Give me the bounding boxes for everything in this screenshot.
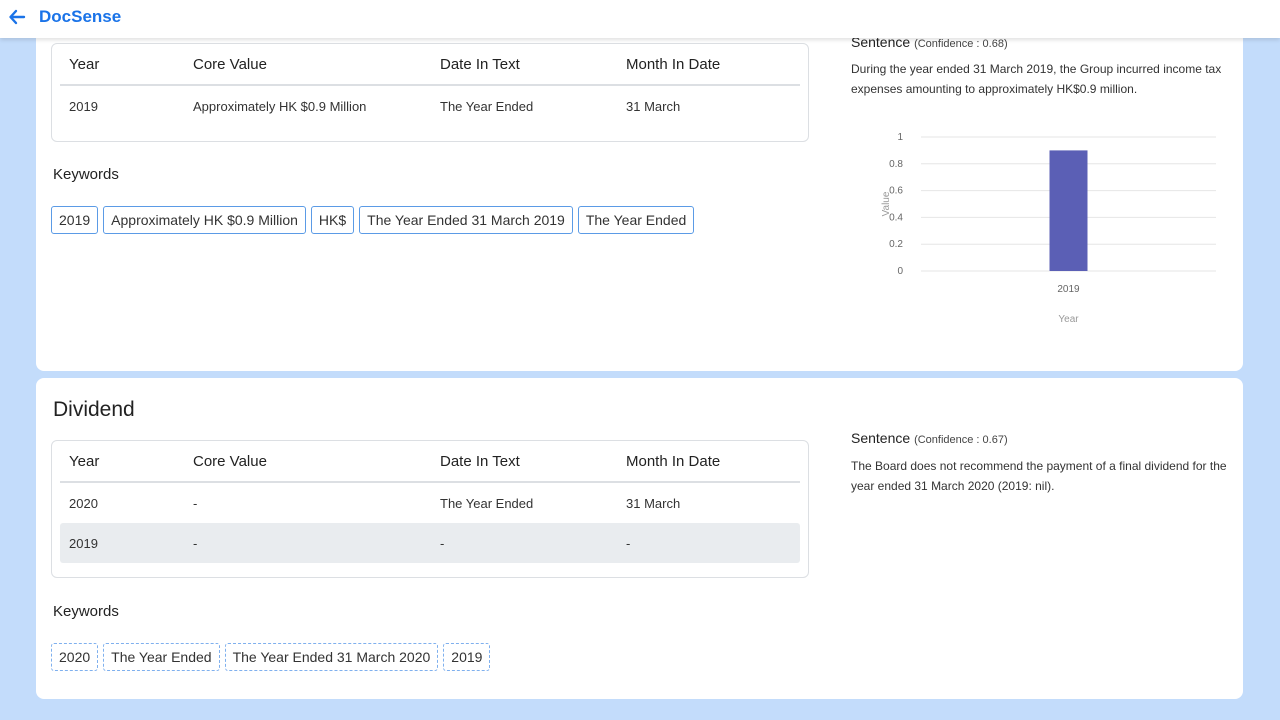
y-tick-label: 0.8 [889, 159, 903, 170]
header-month-in-date: Month In Date [626, 452, 721, 470]
header-year: Year [69, 452, 100, 470]
cell-core-value: Approximately HK $0.9 Million [193, 98, 367, 114]
dividend-table: Year Core Value Date In Text Month In Da… [51, 440, 809, 578]
table-row: 2019 - - - [60, 523, 800, 563]
cell-date-in-text: The Year Ended [440, 98, 534, 114]
keywords-list: 2019 Approximately HK $0.9 Million HK$ T… [51, 206, 695, 234]
y-tick-label: 0.2 [889, 239, 903, 250]
cell-month-in-date: - [626, 535, 631, 551]
cell-month-in-date: 31 March [626, 495, 681, 511]
header-core-value: Core Value [193, 452, 267, 470]
y-axis-label: Value [881, 191, 892, 216]
cell-year: 2020 [69, 495, 98, 511]
sentence-text: The Board does not recommend the payment… [851, 459, 1227, 493]
y-tick-label: 1 [897, 132, 903, 143]
cell-core-value: - [193, 535, 198, 551]
cell-year: 2019 [69, 535, 98, 551]
table-row: 2019 Approximately HK $0.9 Million The Y… [60, 86, 800, 126]
keywords-list: 2020 The Year Ended The Year Ended 31 Ma… [51, 643, 491, 671]
keyword-tag[interactable]: HK$ [310, 206, 355, 234]
cell-date-in-text: The Year Ended [440, 495, 534, 511]
header-core-value: Core Value [193, 55, 267, 73]
tax-table: Year Core Value Date In Text Month In Da… [51, 43, 809, 142]
table-header: Year Core Value Date In Text Month In Da… [60, 441, 800, 483]
x-tick-label: 2019 [1057, 284, 1080, 295]
cell-month-in-date: 31 March [626, 98, 681, 114]
arrow-left-icon[interactable] [8, 8, 26, 26]
keyword-tag[interactable]: 2020 [51, 643, 99, 671]
keyword-tag[interactable]: The Year Ended 31 March 2019 [359, 206, 573, 234]
y-tick-label: 0 [897, 266, 903, 277]
keyword-tag[interactable]: The Year Ended [103, 643, 220, 671]
table-header: Year Core Value Date In Text Month In Da… [60, 44, 800, 86]
sentence-text: During the year ended 31 March 2019, the… [851, 62, 1222, 96]
header-date-in-text: Date In Text [440, 55, 520, 73]
keyword-tag[interactable]: 2019 [51, 206, 99, 234]
confidence-score: (Confidence : 0.68) [914, 38, 1008, 50]
keyword-tag[interactable]: Approximately HK $0.9 Million [103, 206, 306, 234]
keyword-tag[interactable]: The Year Ended 31 March 2020 [224, 643, 439, 671]
cell-core-value: - [193, 495, 198, 511]
confidence-score: (Confidence : 0.67) [914, 434, 1008, 446]
keyword-tag[interactable]: 2019 [443, 643, 491, 671]
keywords-title: Keywords [53, 603, 119, 620]
cell-year: 2019 [69, 98, 98, 114]
bar [1049, 150, 1088, 271]
header-year: Year [69, 55, 100, 73]
dividend-card: Dividend Year Core Value Date In Text Mo… [36, 378, 1243, 699]
sentence-title: Sentence (Confidence : 0.67) [851, 430, 1008, 446]
header-date-in-text: Date In Text [440, 452, 520, 470]
table-row: 2020 - The Year Ended 31 March [60, 483, 800, 523]
keyword-tag[interactable]: The Year Ended [577, 206, 695, 234]
cell-date-in-text: - [440, 535, 445, 551]
keywords-title: Keywords [53, 166, 119, 183]
app-title: DocSense [39, 7, 122, 26]
top-bar: DocSense [0, 0, 1280, 38]
sentence-label: Sentence [851, 430, 911, 446]
x-axis-label: Year [1058, 314, 1079, 325]
section-title: Dividend [53, 398, 135, 421]
value-chart: 10.80.60.40.202019YearValue [881, 132, 1216, 325]
tax-card: Year Core Value Date In Text Month In Da… [36, 20, 1243, 371]
header-month-in-date: Month In Date [626, 55, 721, 73]
